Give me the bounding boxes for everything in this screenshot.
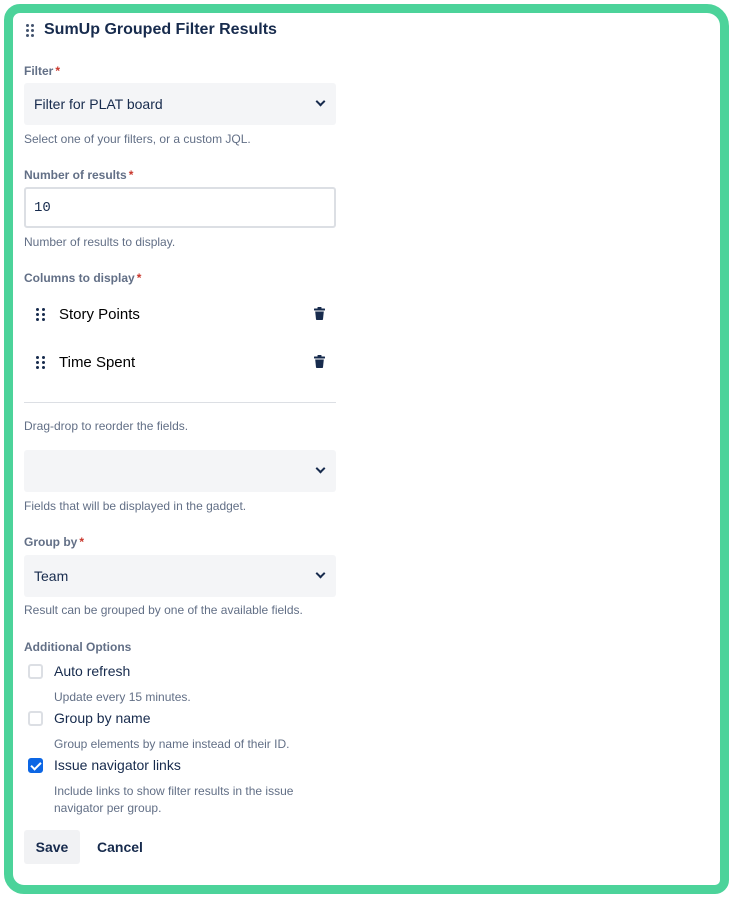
issue-navigator-links-checkbox[interactable] [28,757,43,773]
issue-navigator-links-help: Include links to show filter results in … [54,784,294,815]
group-by-name-label: Group by name [54,710,151,726]
column-item-time-spent[interactable]: Time Spent [24,342,336,382]
add-column-help: Fields that will be displayed in the gad… [24,499,247,513]
group-by-help: Result can be grouped by one of the avai… [24,603,303,617]
column-item-label: Time Spent [59,353,136,371]
add-column-select[interactable] [24,450,336,492]
auto-refresh-checkbox[interactable] [28,663,43,679]
drag-handle-icon[interactable] [36,307,45,321]
filter-help: Select one of your filters, or a custom … [24,132,251,146]
group-by-name-help: Group elements by name instead of their … [54,737,290,751]
group-by-select[interactable]: Team [24,555,336,597]
additional-options-label: Additional Options [24,640,132,654]
filter-select[interactable]: Filter for PLAT board [24,83,336,125]
gadget-header: SumUp Grouped Filter Results [26,21,277,39]
columns-divider [24,402,336,403]
required-mark: * [128,168,134,182]
columns-label: Columns to display * [24,271,142,285]
num-results-input[interactable] [24,187,336,228]
cancel-button[interactable]: Cancel [88,830,152,864]
drag-handle-icon[interactable] [36,355,45,369]
required-mark: * [79,535,85,549]
issue-navigator-links-option[interactable]: Issue navigator links [28,757,181,773]
group-by-label: Group by * [24,535,85,549]
reorder-help: Drag-drop to reorder the fields. [24,419,189,433]
auto-refresh-label: Auto refresh [54,663,131,679]
save-button[interactable]: Save [24,830,80,864]
trash-icon[interactable] [314,307,325,320]
required-mark: * [55,64,61,78]
column-item-label: Story Points [59,305,140,323]
issue-navigator-links-label: Issue navigator links [54,757,181,773]
group-by-name-option[interactable]: Group by name [28,710,151,726]
chevron-down-icon [315,568,326,579]
column-item-story-points[interactable]: Story Points [24,294,336,334]
required-mark: * [136,271,142,285]
group-by-name-checkbox[interactable] [28,710,43,726]
chevron-down-icon [315,463,326,474]
filter-label: Filter * [24,64,61,78]
drag-handle-icon[interactable] [26,23,34,37]
group-by-select-value: Team [34,568,69,584]
auto-refresh-option[interactable]: Auto refresh [28,663,130,679]
chevron-down-icon [315,96,326,107]
num-results-label: Number of results * [24,168,134,182]
auto-refresh-help: Update every 15 minutes. [54,690,191,704]
gadget-title: SumUp Grouped Filter Results [44,21,277,38]
trash-icon[interactable] [314,355,325,368]
num-results-help: Number of results to display. [24,235,176,249]
filter-select-value: Filter for PLAT board [34,96,163,112]
